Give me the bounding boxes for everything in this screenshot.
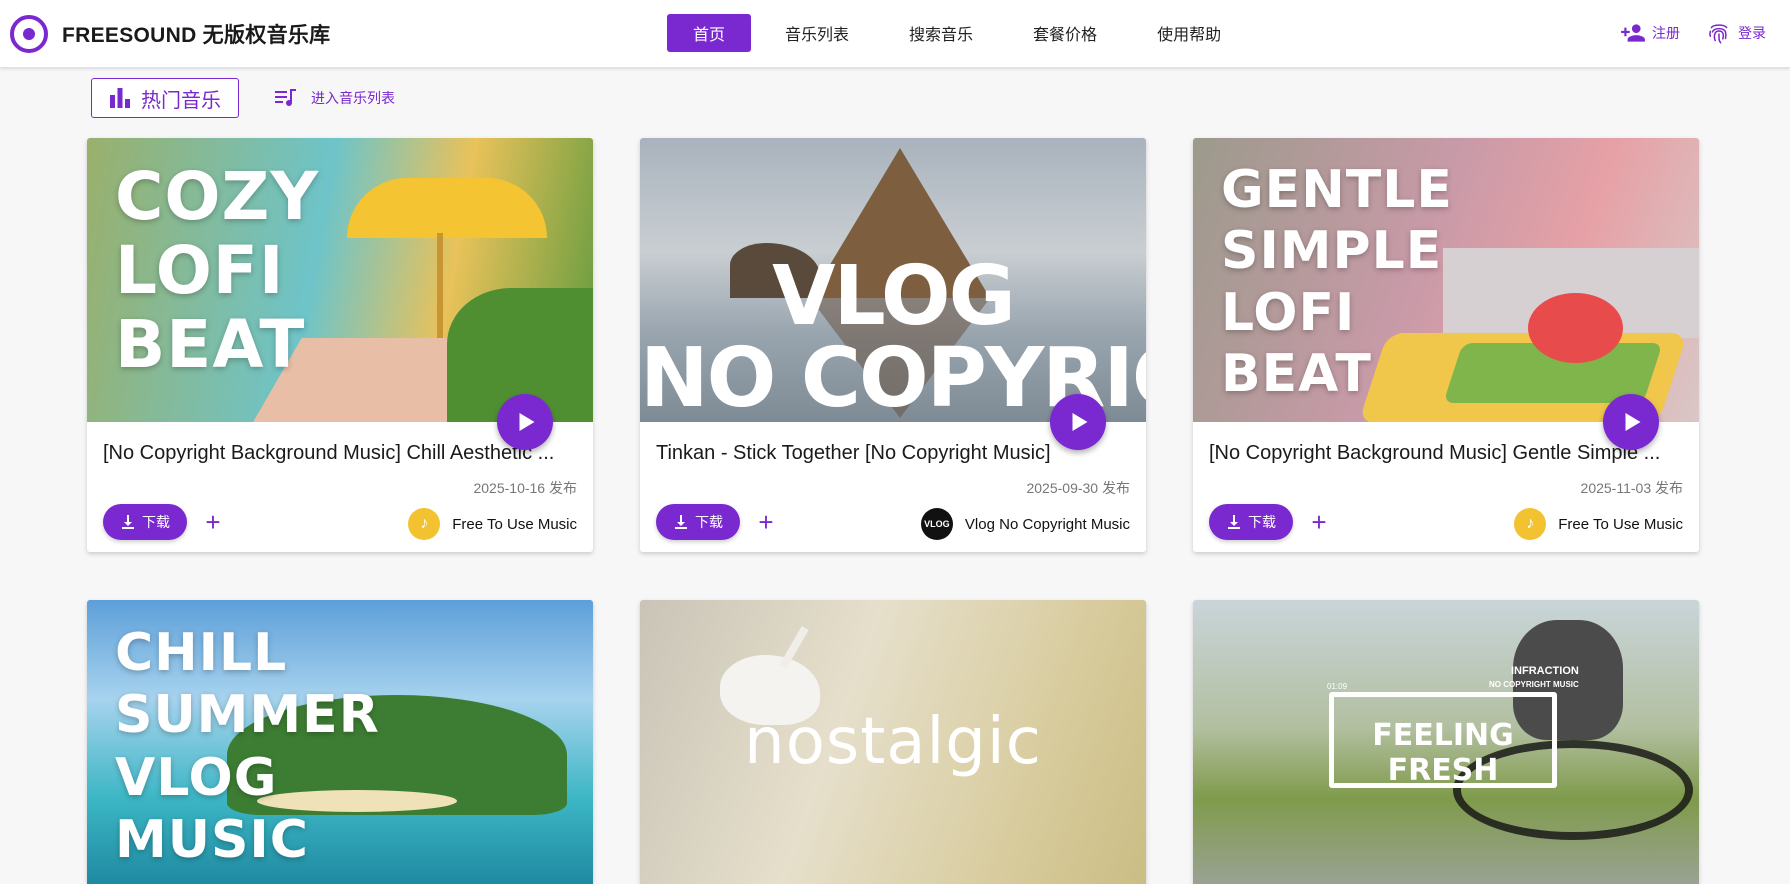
download-icon (675, 515, 687, 529)
author-name: Vlog No Copyright Music (964, 515, 1130, 533)
play-icon (1625, 413, 1640, 431)
thumbnail-text: COZY LOFI BEAT (115, 158, 320, 383)
thumbnail[interactable]: CHILL SUMMER VLOG MUSIC (87, 600, 593, 884)
author[interactable]: ♪ Free To Use Music (1514, 508, 1683, 540)
thumbnail[interactable]: nostalgic (640, 600, 1146, 884)
thumbnail-subtext: INFRACTION (1511, 665, 1579, 677)
vlog-avatar-icon: VLOG (920, 508, 953, 540)
login-link[interactable]: 登录 (1706, 20, 1766, 46)
play-button[interactable] (497, 394, 553, 450)
main-nav: 首页 音乐列表 搜索音乐 套餐价格 使用帮助 (667, 14, 1255, 52)
sub-toolbar: 热门音乐 进入音乐列表 (91, 78, 395, 118)
download-label: 下载 (695, 514, 723, 530)
hot-music-tab[interactable]: 热门音乐 (91, 78, 239, 118)
music-card: FEELING FRESH INFRACTION NO COPYRIGHT MU… (1193, 600, 1699, 884)
thumbnail-text: nostalgic (744, 705, 1042, 779)
top-navbar: FREESOUND 无版权音乐库 首页 音乐列表 搜索音乐 套餐价格 使用帮助 … (0, 0, 1790, 68)
thumbnail[interactable]: GENTLE SIMPLE LOFI BEAT (1193, 138, 1699, 422)
publish-date: 2025-10-16 发布 (473, 480, 577, 496)
brand[interactable]: FREESOUND 无版权音乐库 (10, 15, 330, 53)
thumbnail[interactable]: VLOG NO COPYRIGHT (640, 138, 1146, 422)
music-title[interactable]: [No Copyright Background Music] Gentle S… (1209, 442, 1683, 465)
author-name: Free To Use Music (452, 515, 577, 533)
register-label: 注册 (1652, 25, 1680, 41)
nav-search-music[interactable]: 搜索音乐 (883, 14, 999, 52)
enter-music-list-link[interactable]: 进入音乐列表 (275, 88, 395, 108)
download-button[interactable]: 下载 (103, 504, 187, 540)
download-label: 下载 (142, 514, 170, 530)
logo-icon (10, 15, 48, 53)
play-button[interactable] (1603, 394, 1659, 450)
music-card: CHILL SUMMER VLOG MUSIC (87, 600, 593, 884)
music-title[interactable]: [No Copyright Background Music] Chill Ae… (103, 442, 577, 465)
music-note-avatar-icon: ♪ (408, 508, 441, 540)
thumbnail-text: FEELING FRESH (1372, 718, 1514, 788)
thumbnail[interactable]: FEELING FRESH INFRACTION NO COPYRIGHT MU… (1193, 600, 1699, 884)
music-card: nostalgic (640, 600, 1146, 884)
author[interactable]: ♪ Free To Use Music (408, 508, 577, 540)
download-button[interactable]: 下载 (1209, 504, 1293, 540)
music-title[interactable]: Tinkan - Stick Together [No Copyright Mu… (656, 442, 1130, 465)
publish-date: 2025-11-03 发布 (1580, 480, 1683, 496)
thumbnail[interactable]: COZY LOFI BEAT (87, 138, 593, 422)
add-person-icon (1621, 24, 1645, 42)
thumbnail-time: 01:09 (1327, 682, 1348, 691)
thumbnail-text: CHILL SUMMER VLOG MUSIC (115, 623, 380, 871)
download-icon (122, 515, 134, 529)
download-button[interactable]: 下载 (656, 504, 740, 540)
nav-help[interactable]: 使用帮助 (1131, 14, 1247, 52)
brand-name: FREESOUND 无版权音乐库 (62, 24, 331, 47)
play-button[interactable] (1050, 394, 1106, 450)
add-to-playlist-button[interactable]: + (752, 508, 780, 536)
nav-home[interactable]: 首页 (667, 14, 752, 52)
download-label: 下载 (1248, 514, 1276, 530)
music-card: GENTLE SIMPLE LOFI BEAT [No Copyright Ba… (1193, 138, 1699, 552)
playlist-icon (275, 89, 296, 106)
nav-music-list[interactable]: 音乐列表 (759, 14, 875, 52)
hot-music-label: 热门音乐 (141, 89, 221, 112)
auth-links: 注册 登录 (1620, 20, 1766, 46)
play-icon (1072, 413, 1087, 431)
login-label: 登录 (1738, 25, 1766, 41)
thumbnail-text: GENTLE SIMPLE LOFI BEAT (1221, 160, 1453, 405)
bar-chart-icon (110, 88, 130, 108)
thumbnail-subtext-2: NO COPYRIGHT MUSIC (1489, 680, 1579, 689)
download-icon (1228, 515, 1240, 529)
enter-music-list-label: 进入音乐列表 (311, 90, 395, 106)
publish-date: 2025-09-30 发布 (1026, 480, 1130, 496)
music-card: COZY LOFI BEAT [No Copyright Background … (87, 138, 593, 552)
music-note-avatar-icon: ♪ (1514, 508, 1547, 540)
play-icon (519, 413, 534, 431)
author-name: Free To Use Music (1558, 515, 1683, 533)
add-to-playlist-button[interactable]: + (199, 508, 227, 536)
author[interactable]: VLOG Vlog No Copyright Music (920, 508, 1130, 540)
music-card: VLOG NO COPYRIGHT Tinkan - Stick Togethe… (640, 138, 1146, 552)
nav-pricing[interactable]: 套餐价格 (1007, 14, 1123, 52)
add-to-playlist-button[interactable]: + (1305, 508, 1333, 536)
fingerprint-icon (1709, 24, 1728, 44)
register-link[interactable]: 注册 (1620, 20, 1680, 46)
